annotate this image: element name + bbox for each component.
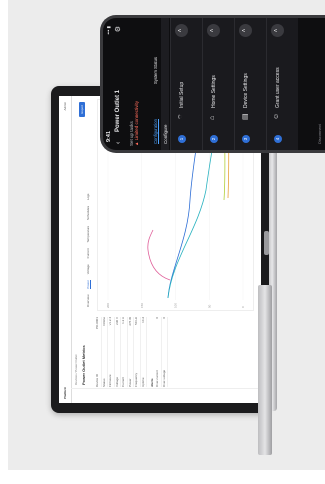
y-tick-label: 150 [140,303,144,308]
phone-status-bar: 9:41 ••• ▮ [103,18,113,150]
step-number: 4 [274,135,282,143]
chevron-up-icon[interactable]: ˄ [271,24,284,37]
detail-key: Over-voltage [161,369,166,387]
step-number: 1 [178,135,186,143]
series-line-pink [147,229,171,281]
tab-overview[interactable]: Overview [86,294,90,307]
detail-value: 50 Hz [134,317,138,325]
detail-value: 14 d [140,317,145,323]
detail-row: Uptime 14 d [140,317,147,387]
alert-row: Over-voltage 0 [161,317,168,387]
warning-text: ▲ Limited connectivity [134,101,139,146]
detail-key: Device ID [95,373,99,387]
detail-value: v1.2.4 [108,317,112,326]
step-label: Home Settings [211,75,217,108]
phone-header: ‹ Power Outlet 1 ⚙ [113,18,129,150]
web-sidebar [71,388,261,403]
tab-power[interactable]: Power [86,280,91,289]
detail-key: Power [127,378,132,387]
user-icon: ☺ [273,112,280,120]
detail-value: 1.2 A [121,317,125,324]
chevron-up-icon[interactable]: ˄ [207,24,220,37]
user-menu[interactable]: Admin [63,102,67,111]
details-panel: Device ID PO-0001 Status Online Firmware v1.2… [95,317,255,387]
configure-header: Configure [161,18,169,150]
tab-configuration[interactable]: Configuration [153,119,159,144]
detail-key: Firmware [108,374,112,388]
chevron-up-icon[interactable]: ˄ [175,24,188,37]
configure-label: Configure [162,124,168,144]
tab-schedules[interactable]: Schedules [86,206,90,220]
detail-value: 230 V [114,317,119,325]
back-arrow-icon[interactable]: ‹ [115,142,122,144]
phone-screen: 9:41 ••• ▮ ‹ Power Outlet 1 ⚙ Set up tas… [103,18,325,150]
detail-key: Over-current [155,370,159,387]
y-tick-label: 0 [241,306,245,308]
wifi-icon: ⌔ [178,113,185,120]
page-actions: Export [79,102,85,119]
gear-icon[interactable]: ⚙ [114,26,122,32]
chevron-up-icon[interactable]: ˄ [239,24,252,37]
detail-value: 276 W [127,317,132,326]
detail-key: Voltage [114,376,119,387]
y-tick-label: 200 [106,303,110,308]
detail-value: PO-0001 [95,317,99,330]
device-icon: ▤ [242,113,249,120]
phone-device: 9:41 ••• ▮ ‹ Power Outlet 1 ⚙ Set up tas… [100,15,325,153]
detail-value: 0 [155,317,159,319]
detail-key: Uptime [140,377,145,387]
tab-current[interactable]: Current [86,248,90,258]
detail-value: Online [101,317,106,326]
tab-temperature[interactable]: Temperature [86,226,90,243]
tab-system-status[interactable]: System Status [153,57,158,84]
step-label: Device Settings [243,73,249,108]
laptop-stand [258,285,272,455]
metric-tabs: Overview Power Voltage Current Temperatu… [86,189,91,307]
step-row-grant-access[interactable]: 4 ☺ Grant user access ˄ [266,18,298,150]
detail-key: Current [121,376,125,387]
step-row-device-settings[interactable]: 3 ▤ Device Settings ˄ [234,18,266,150]
y-tick-label: 100 [174,303,178,308]
page-title: Power Outlet Metrics [81,345,86,385]
tab-voltage[interactable]: Voltage [86,264,90,274]
home-icon: ⌂ [209,115,216,120]
web-topbar: Platform Admin [59,96,72,403]
step-number: 3 [242,135,250,143]
step-number: 2 [210,135,218,143]
detail-key: Frequency [134,372,138,387]
step-row-initial-setup[interactable]: 1 ⌔ Initial Setup ˄ [170,18,202,150]
detail-key: Status [101,378,106,387]
step-label: Initial Setup [179,81,185,108]
device-subtitle: Set up tasks ▲ Limited connectivity [129,22,139,146]
device-name: Power Outlet 1 [115,89,121,132]
signal-icon: ••• ▮ [106,26,111,35]
detail-value: 0 [161,317,166,319]
step-row-home-settings[interactable]: 2 ⌂ Home Settings ˄ [202,18,234,150]
y-tick-label: 50 [207,304,211,308]
warning-label: Limited connectivity [134,101,139,141]
export-button[interactable]: Export [79,102,85,117]
phone-tabs: Configuration System Status [153,22,160,146]
tab-logs[interactable]: Logs [86,194,90,201]
status-time: 9:41 [106,130,112,142]
step-label: Grant user access [275,67,281,108]
brand-logo[interactable]: Platform [63,387,67,399]
disconnect-link[interactable]: Disconnect [317,124,322,144]
breadcrumb[interactable]: Devices / Power Outlet [74,354,78,385]
